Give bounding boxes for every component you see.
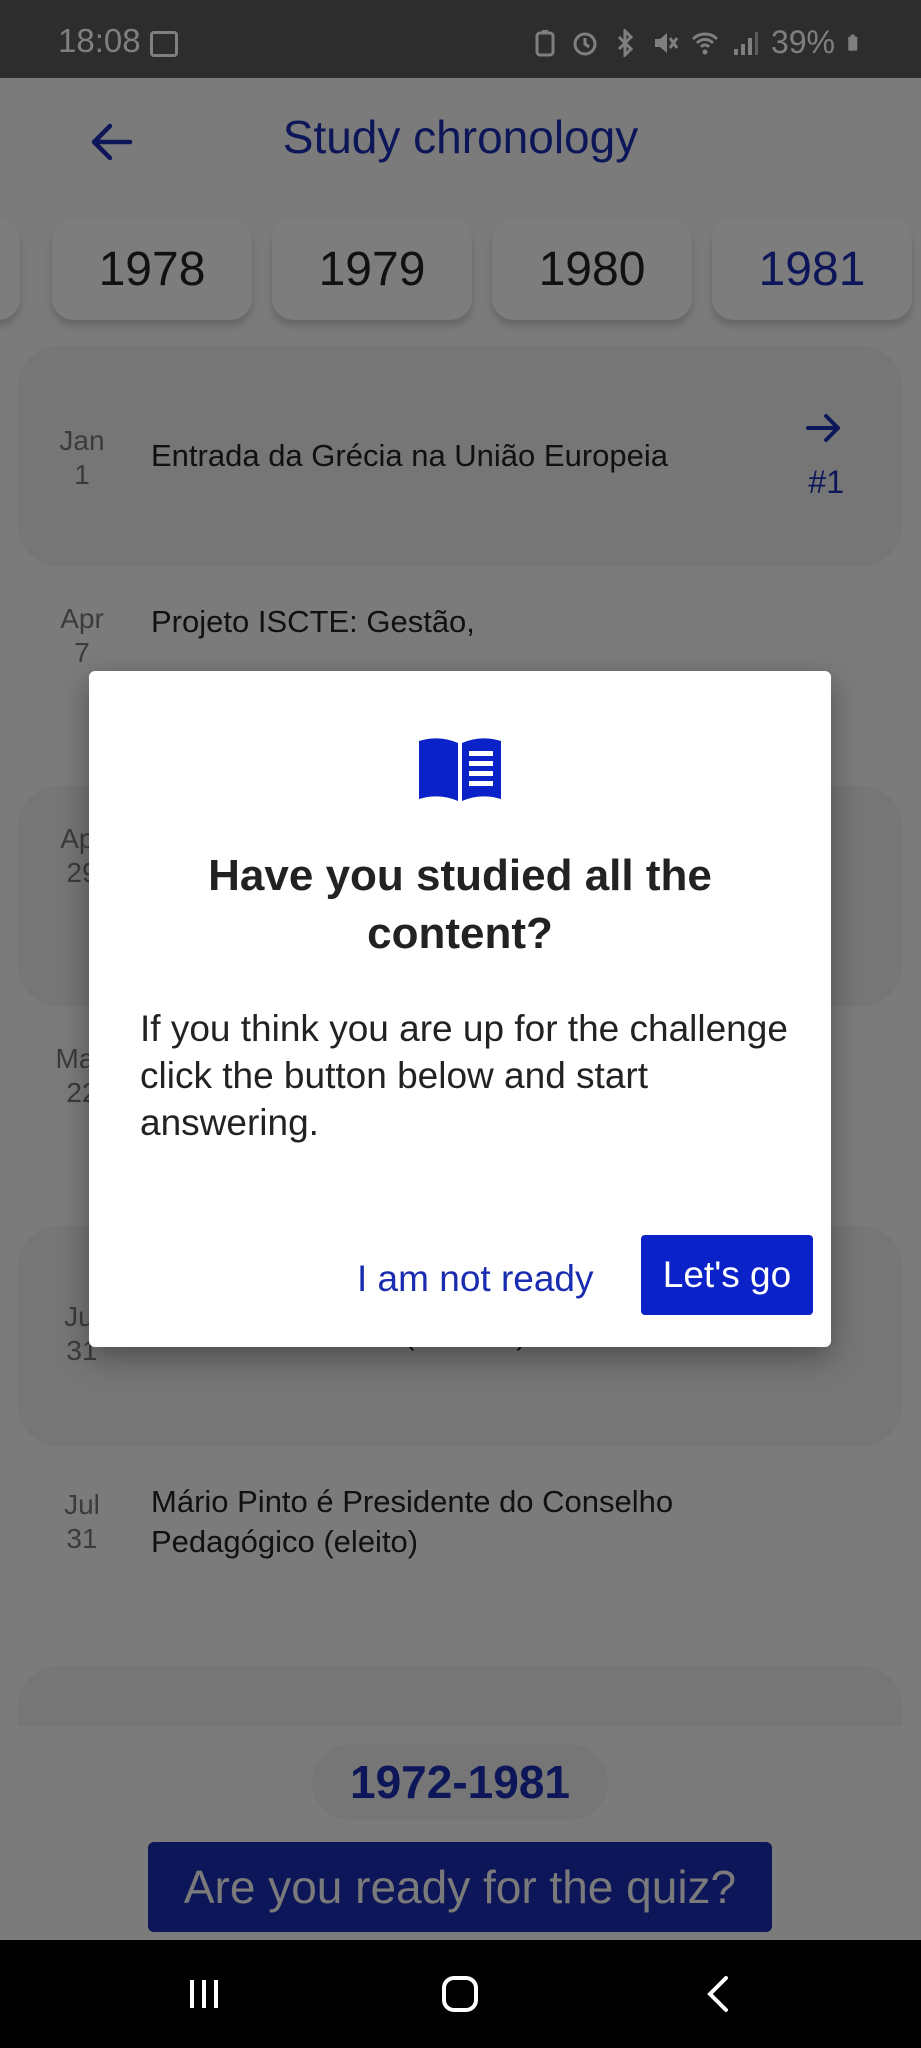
not-ready-button[interactable]: I am not ready [345, 1239, 606, 1319]
quiz-confirm-dialog: Have you studied all the content? If you… [89, 671, 831, 1347]
recent-apps-icon[interactable] [180, 1970, 228, 2018]
back-icon[interactable] [696, 1970, 744, 2018]
dialog-body: If you think you are up for the challeng… [140, 1008, 788, 1143]
book-icon [419, 738, 501, 801]
lets-go-button[interactable]: Let's go [641, 1235, 813, 1315]
system-nav-bar [0, 1940, 921, 2048]
dialog-title: Have you studied all the content? [208, 851, 712, 958]
home-icon[interactable] [436, 1970, 484, 2018]
